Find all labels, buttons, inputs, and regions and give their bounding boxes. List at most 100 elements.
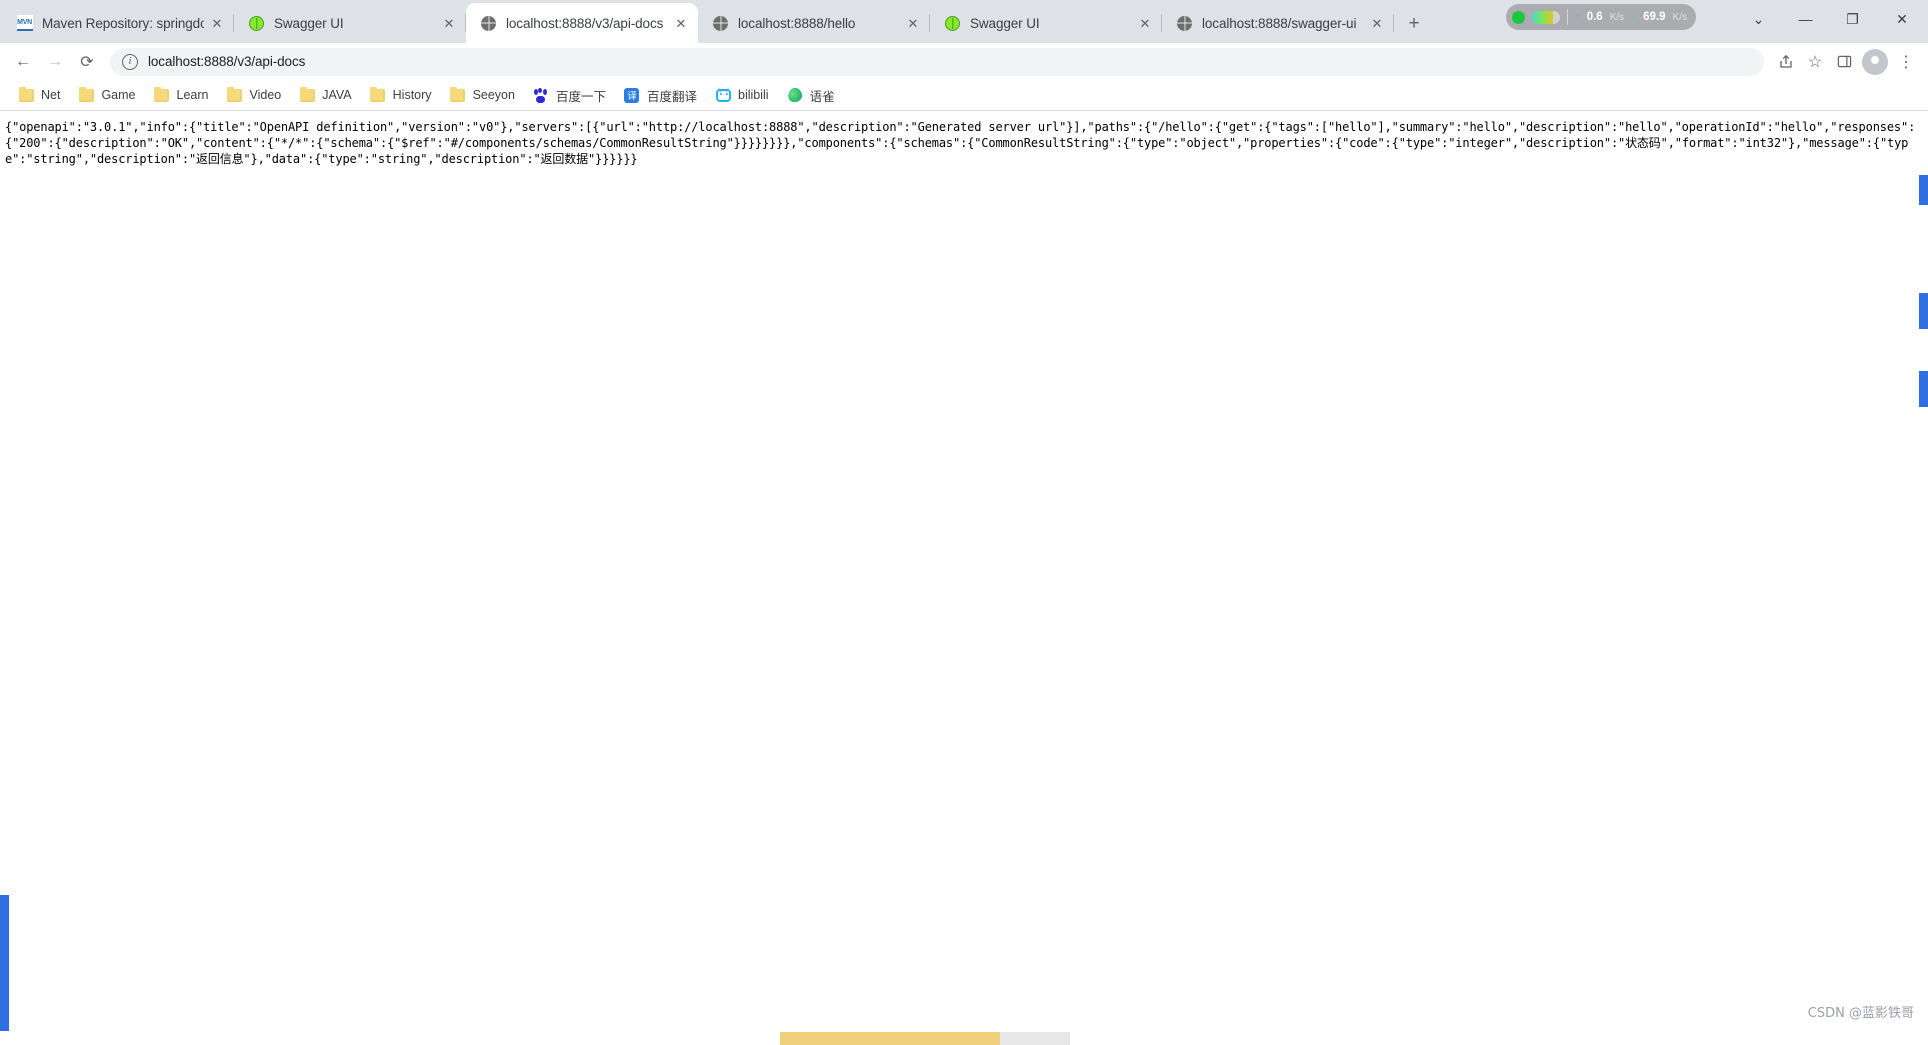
new-tab-button[interactable]: +: [1400, 10, 1428, 38]
network-speed-widget[interactable]: ↑ 0.6 K/s ↓ 69.9 K/s: [1505, 4, 1696, 30]
folder-icon: [370, 86, 386, 103]
bookmark-label: Game: [101, 88, 136, 102]
tab-close-button[interactable]: ✕: [438, 12, 460, 34]
status-dot-icon: [1511, 10, 1525, 24]
address-bar-url[interactable]: localhost:8888/v3/api-docs: [148, 54, 305, 69]
folder-icon: [154, 86, 170, 103]
bottom-stripe-artifact-2: [1000, 1032, 1070, 1045]
globe-icon: [480, 15, 497, 32]
tab-search-button[interactable]: ⌄: [1735, 0, 1782, 38]
forward-button[interactable]: →: [40, 47, 70, 77]
tab-swagger-ui-1[interactable]: Swagger UI ✕: [234, 3, 466, 43]
toolbar-right-actions: ☆ ⋮: [1772, 48, 1920, 1041]
bookmark-learn[interactable]: Learn: [146, 83, 217, 107]
baidu-icon: [533, 87, 549, 103]
folder-icon: [18, 86, 34, 103]
edge-artifact: [1919, 293, 1928, 329]
bottom-stripe-artifact: [780, 1032, 1000, 1045]
close-window-button[interactable]: ✕: [1876, 0, 1928, 38]
bookmark-label: bilibili: [738, 88, 769, 102]
bookmark-label: 百度翻译: [646, 89, 697, 104]
swagger-icon: [944, 15, 961, 32]
swagger-icon: [248, 15, 265, 32]
bookmark-seeyon[interactable]: Seeyon: [442, 83, 523, 107]
bookmark-label: 语雀: [809, 89, 835, 104]
edge-artifact: [1919, 175, 1928, 205]
tab-close-button[interactable]: ✕: [670, 12, 692, 34]
globe-icon: [1176, 15, 1193, 32]
bookmark-baidu[interactable]: 百度一下: [525, 82, 614, 109]
tab-maven-repository[interactable]: MVN Maven Repository: springdoc- ✕: [2, 3, 234, 43]
bookmark-star-icon[interactable]: ☆: [1801, 48, 1829, 76]
upload-arrow-icon: ↑: [1574, 11, 1580, 23]
bookmark-java[interactable]: JAVA: [291, 83, 359, 107]
folder-icon: [450, 86, 466, 103]
tab-title: Maven Repository: springdoc-: [42, 15, 204, 31]
tab-api-docs[interactable]: localhost:8888/v3/api-docs ✕: [466, 3, 698, 43]
bookmark-label: Video: [249, 88, 282, 102]
bookmark-label: Learn: [176, 88, 209, 102]
upload-speed-unit: K/s: [1609, 11, 1625, 23]
bookmark-net[interactable]: Net: [10, 83, 68, 107]
right-edge-strip: [1918, 111, 1928, 1045]
tab-title: localhost:8888/hello: [738, 15, 856, 31]
bookmark-bilibili[interactable]: bilibili: [707, 83, 777, 107]
tab-title: localhost:8888/swagger-ui: [1202, 15, 1357, 31]
tab-close-button[interactable]: ✕: [206, 12, 228, 34]
raw-json-response: {"openapi":"3.0.1","info":{"title":"Open…: [5, 120, 1916, 166]
tab-title: localhost:8888/v3/api-docs: [506, 15, 664, 31]
watermark: CSDN @蓝影铁哥: [1807, 1006, 1914, 1021]
address-bar[interactable]: i localhost:8888/v3/api-docs: [110, 47, 1764, 76]
fanyi-icon: 译: [624, 87, 640, 103]
bookmark-label: JAVA: [322, 88, 352, 102]
folder-icon: [78, 86, 94, 103]
reload-button[interactable]: ⟳: [72, 47, 102, 77]
tab-close-button[interactable]: ✕: [902, 12, 924, 34]
bookmark-game[interactable]: Game: [70, 83, 143, 107]
minimize-button[interactable]: —: [1782, 0, 1829, 38]
browser-toolbar: ← → ⟳ i localhost:8888/v3/api-docs ☆ ⋮: [0, 43, 1928, 1041]
upload-speed-value: 0.6: [1586, 11, 1603, 23]
bookmark-baidu-fanyi[interactable]: 译 百度翻译: [616, 82, 705, 109]
page-content: {"openapi":"3.0.1","info":{"title":"Open…: [0, 111, 1928, 1045]
globe-icon: [712, 15, 729, 32]
tab-close-button[interactable]: ✕: [1134, 12, 1156, 34]
folder-icon: [226, 86, 242, 103]
yuque-icon: [786, 86, 804, 104]
bookmark-history[interactable]: History: [362, 83, 440, 107]
window-controls: ⌄ — ❐ ✕: [1735, 0, 1928, 38]
fanyi-icon-text: 译: [624, 87, 640, 103]
download-arrow-icon: ↓: [1631, 11, 1637, 23]
tab-title: Swagger UI: [274, 15, 344, 31]
left-edge-artifact: [0, 895, 9, 1045]
tab-swagger-ui-2[interactable]: Swagger UI ✕: [930, 3, 1162, 43]
chrome-menu-icon[interactable]: ⋮: [1892, 48, 1920, 76]
tab-title: Swagger UI: [970, 15, 1040, 31]
bookmark-label: History: [392, 88, 432, 102]
download-speed-value: 69.9: [1643, 11, 1666, 23]
folder-icon: [299, 86, 315, 103]
bilibili-icon: [715, 87, 731, 103]
tab-close-button[interactable]: ✕: [1366, 12, 1388, 34]
share-icon[interactable]: [1772, 48, 1800, 76]
maven-icon: MVN: [16, 15, 33, 32]
tab-strip: MVN Maven Repository: springdoc- ✕ Swagg…: [0, 0, 1928, 43]
bookmarks-bar: Net Game Learn Video JAVA History Seeyon: [0, 80, 1928, 111]
bookmark-yuque[interactable]: 语雀: [779, 82, 843, 109]
tab-divider: [1393, 14, 1394, 32]
download-speed-unit: K/s: [1672, 11, 1687, 23]
bookmark-label: 百度一下: [555, 89, 606, 104]
bookmark-label: Net: [41, 88, 61, 102]
bookmark-label: Seeyon: [472, 88, 515, 102]
browser-window: MVN Maven Repository: springdoc- ✕ Swagg…: [0, 0, 1928, 1045]
site-info-icon[interactable]: i: [122, 53, 138, 70]
tab-hello[interactable]: localhost:8888/hello ✕: [698, 3, 930, 43]
back-button[interactable]: ←: [8, 47, 38, 77]
maximize-button[interactable]: ❐: [1829, 0, 1876, 38]
side-panel-icon[interactable]: [1830, 48, 1858, 76]
divider: [1566, 9, 1568, 25]
tab-swagger-ui-page[interactable]: localhost:8888/swagger-ui ✕: [1162, 3, 1394, 43]
speed-gauge-icon: [1531, 10, 1560, 24]
avatar[interactable]: [1862, 48, 1888, 1041]
bookmark-video[interactable]: Video: [218, 83, 289, 107]
